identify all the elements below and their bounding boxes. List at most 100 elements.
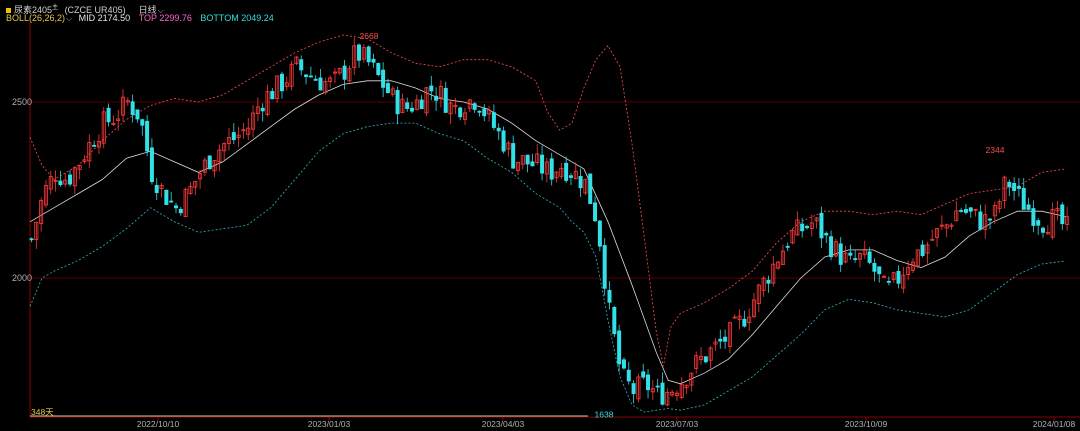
candle-body [1016,186,1021,189]
candle-body [564,162,569,181]
candle-body [718,338,723,342]
candle-body [434,95,439,101]
candle-body [357,44,362,61]
chart-grid [29,22,1080,421]
x-tick-label: 2023/04/03 [482,419,525,429]
candle-body [1041,227,1046,233]
candle-body [429,85,434,92]
candle-body [540,154,545,174]
y-tick-label: 2500 [12,97,32,107]
candle-body [1007,181,1012,188]
candle-body [785,245,790,248]
candle-body [410,107,415,112]
candle-body [154,184,159,194]
candle-body [978,211,983,230]
candle-body [800,223,805,232]
candle-series [29,37,1070,407]
candle-body [578,176,583,189]
candle-body [270,91,275,100]
candle-body [597,220,602,247]
bottom-value: BOTTOM 2049.24 [200,13,274,23]
top-value: TOP 2299.76 [138,13,192,23]
candle-body [443,87,448,113]
candle-body [169,200,174,203]
volume-note: 348天 [31,407,54,417]
axis-labels: 2000 2500 2022/10/10 2023/01/03 2023/04/03 20… [12,31,1076,429]
annotation-high: 2344 [986,145,1005,155]
candle-body [1036,220,1041,226]
candle-body [164,189,169,205]
candle-body [299,59,304,71]
candle-body [376,63,381,76]
mid-value: MID 2174.50 [78,13,131,23]
candle-body [1021,187,1026,210]
candle-body [106,107,111,123]
candle-body [607,290,612,303]
candle-body [366,46,371,63]
candle-body [588,173,593,204]
indicator-name[interactable]: BOLL(26,26,2) [6,13,65,23]
candle-body [602,245,607,289]
candle-body [829,236,834,258]
candle-body [525,154,530,165]
candle-body [617,330,622,365]
candle-body [511,143,516,169]
candle-body [207,155,212,170]
candle-body [853,258,858,260]
candle-body [313,78,318,81]
candle-body [1060,204,1065,225]
candle-body [419,99,424,110]
candle-body [766,279,771,284]
candle-body [477,110,482,113]
indicator-row: BOLL(26,26,2)⌵ MID 2174.50 TOP 2299.76 B… [6,13,274,24]
candle-body [501,130,506,152]
candle-body [742,318,747,327]
candle-body [549,158,554,180]
candle-body [988,218,993,221]
candle-body [968,207,973,212]
instrument-superscript: 主 [52,5,59,11]
x-tick-label: 2022/10/10 [137,419,180,429]
candle-body [68,174,73,185]
candle-body [145,120,150,152]
x-tick-label: 2023/07/03 [656,419,699,429]
candle-body [631,383,636,395]
candle-body [308,75,313,78]
candle-body [482,108,487,117]
candle-body [381,69,386,88]
candle-body [385,83,390,94]
candle-body [626,369,631,382]
candle-body [29,238,34,241]
candle-body [458,107,463,118]
candle-body [140,119,145,126]
candle-body [318,77,323,91]
candle-body [342,65,347,80]
candle-body [58,180,63,186]
candle-body [178,208,183,214]
annotation-high: 2668 [360,31,379,41]
boll-mid-line [29,80,1066,385]
candle-body [660,382,665,405]
candle-body [703,356,708,363]
candle-body [804,225,809,229]
candle-body [279,73,284,92]
x-tick-label: 2023/01/03 [308,419,351,429]
candle-body [472,103,477,110]
candle-body [395,90,400,115]
candle-body [149,147,154,183]
candle-body [641,371,646,378]
candle-body [612,307,617,335]
candle-body [959,210,964,212]
candle-body [135,109,140,120]
candle-body [92,144,97,147]
candle-body [824,232,829,236]
candle-body [405,102,410,109]
indicator-chevron-icon[interactable]: ⌵ [66,14,72,24]
candle-body [1026,204,1031,210]
candle-body [621,359,626,369]
candle-body [530,161,535,167]
candlestick-chart[interactable]: 2000 2500 2022/10/10 2023/01/03 2023/04/03 20… [0,0,1080,431]
candle-body [867,251,872,263]
candle-body [1031,208,1036,226]
candle-body [174,205,179,209]
